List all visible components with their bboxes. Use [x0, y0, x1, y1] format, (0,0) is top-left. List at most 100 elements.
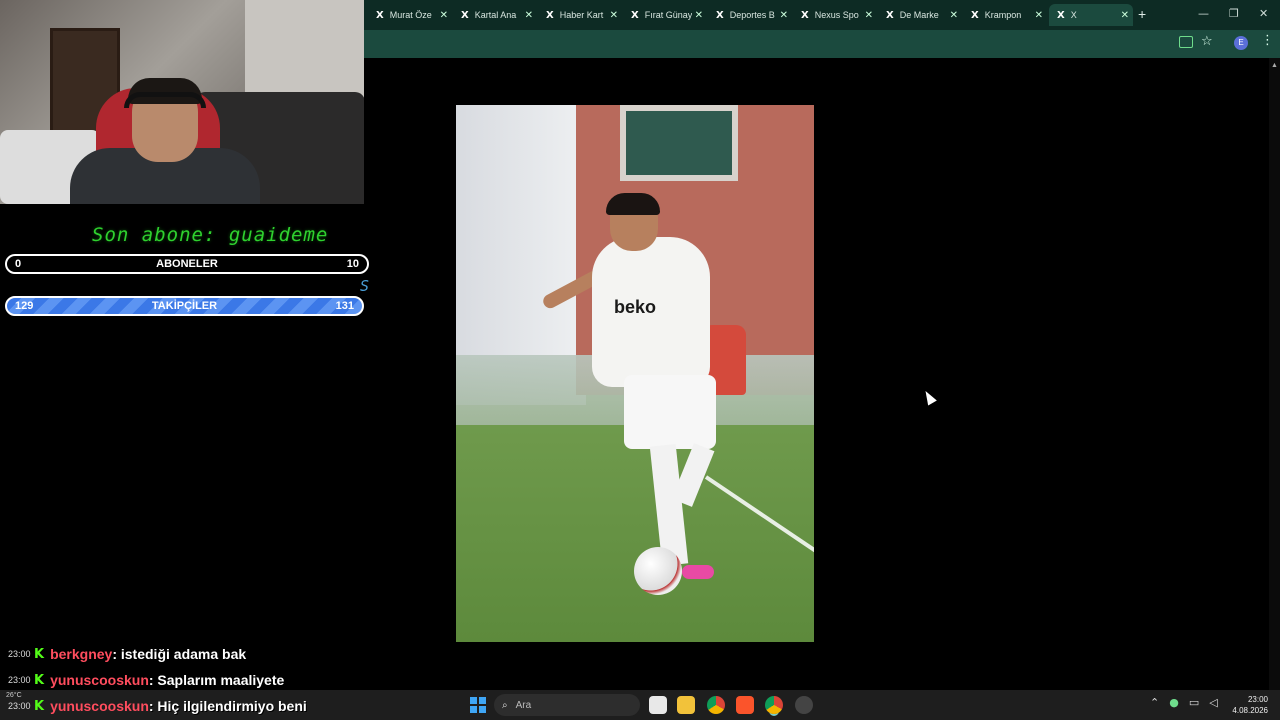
football-icon [634, 547, 682, 595]
start-button[interactable] [470, 697, 486, 713]
file-explorer-icon[interactable] [677, 696, 695, 714]
chat-timestamp: 23:00 [8, 675, 31, 685]
goal-label: ABONELER [156, 258, 218, 270]
tab-x-active[interactable]: X X ✕ [1049, 4, 1133, 26]
jersey-sponsor-logo: beko [614, 297, 657, 317]
chat-username: yunuscooskun [50, 698, 149, 714]
brave-icon[interactable] [736, 696, 754, 714]
kick-badge-icon: K [34, 646, 45, 662]
search-placeholder: Ara [515, 699, 532, 711]
tab-firat[interactable]: X Fırat Günay ✕ [623, 4, 707, 26]
x-logo-icon: X [546, 9, 554, 21]
chat-timestamp: 23:00 [8, 649, 31, 659]
subscriber-goal-bar: 0 ABONELER 10 [5, 254, 369, 274]
chat-timestamp: 23:00 [8, 701, 31, 711]
tab-label: Fırat Günay [644, 10, 692, 20]
tab-label: De Marke [899, 10, 939, 20]
browser-toolbar [364, 30, 1280, 58]
close-icon[interactable]: ✕ [780, 10, 788, 21]
photo-window [620, 105, 738, 181]
tab-murat[interactable]: X Murat Öze ✕ [368, 4, 452, 26]
window-close-button[interactable]: ✕ [1259, 7, 1268, 20]
mouse-cursor-icon [921, 388, 937, 406]
photo-player-hair [606, 193, 660, 215]
goal-label: TAKİPÇİLER [151, 300, 218, 312]
tab-haber[interactable]: X Haber Kart ✕ [538, 4, 622, 26]
kick-badge-icon: K [34, 672, 45, 688]
bookmark-star-icon[interactable]: ☆ [1201, 34, 1213, 49]
last-subscriber-ticker: Son abone: guaideme [92, 224, 329, 246]
windows-logo-icon [470, 706, 477, 713]
clock-date: 4.08.2026 [1232, 706, 1268, 715]
tab-label: Deportes B [729, 10, 775, 20]
x-logo-icon: X [971, 9, 979, 21]
chat-message: 23:00 K yunuscooskun : Hiç ilgilendirmiy… [8, 698, 307, 714]
tab-kartal[interactable]: X Kartal Ana ✕ [453, 4, 537, 26]
close-icon[interactable]: ✕ [525, 10, 533, 21]
follower-goal-bar: 129 TAKİPÇİLER 131 [5, 296, 364, 316]
close-icon[interactable]: ✕ [950, 10, 958, 21]
chevron-up-icon[interactable]: ⌃ [1150, 696, 1159, 709]
chat-message: 23:00 K berkgney : istediği adama bak [8, 646, 246, 662]
tab-krampon[interactable]: X Krampon ✕ [963, 4, 1047, 26]
photo-player-shorts [624, 375, 716, 449]
chat-username: berkgney [50, 646, 113, 662]
scroll-up-arrow-icon[interactable]: ▲ [1271, 62, 1278, 69]
x-logo-icon: X [461, 9, 469, 21]
page-scrollbar[interactable] [1269, 58, 1280, 690]
chat-text: : Saplarım maaliyete [148, 672, 285, 688]
system-tray: ⌃ ● ▭ ◁ [1150, 696, 1218, 709]
windows-logo-icon [479, 706, 486, 713]
close-icon[interactable]: ✕ [440, 10, 448, 21]
task-view-icon[interactable] [649, 696, 667, 714]
windows-logo-icon [470, 697, 477, 704]
close-icon[interactable]: ✕ [610, 10, 618, 21]
tab-label: Kartal Ana [474, 10, 517, 20]
profile-avatar[interactable]: E [1234, 36, 1248, 50]
browser-menu-icon[interactable]: ⋮ [1261, 33, 1274, 48]
tab-demarke[interactable]: X De Marke ✕ [878, 4, 962, 26]
maximize-button[interactable]: ❐ [1229, 7, 1239, 20]
clock-time: 23:00 [1247, 695, 1268, 704]
chrome-icon[interactable] [707, 696, 725, 714]
chat-username: yunuscooskun [50, 672, 149, 688]
close-icon[interactable]: ✕ [865, 10, 873, 21]
new-tab-button[interactable]: + [1138, 6, 1146, 22]
x-logo-icon: X [801, 9, 809, 21]
post-image[interactable]: beko [456, 105, 814, 642]
headset-icon [124, 92, 206, 108]
tab-label: X [1070, 10, 1077, 20]
taskbar-search-box[interactable]: ⌕ Ara [494, 694, 640, 716]
close-icon[interactable]: ✕ [1121, 10, 1129, 21]
x-logo-icon: X [886, 9, 894, 21]
chat-text: : istediği adama bak [112, 646, 247, 662]
photo-player-boot [682, 565, 714, 579]
chat-message: 23:00 K yunuscooskun : Saplarım maaliyet… [8, 672, 284, 688]
kick-badge-icon: K [34, 698, 45, 714]
taskbar-clock[interactable]: 23:00 4.08.2026 [1230, 694, 1268, 716]
network-icon[interactable]: ▭ [1189, 696, 1199, 709]
install-app-icon[interactable] [1179, 36, 1193, 48]
photo-pitch [456, 425, 814, 642]
x-logo-icon: X [631, 9, 639, 21]
close-icon[interactable]: ✕ [695, 10, 703, 21]
tab-deportes[interactable]: X Deportes B ✕ [708, 4, 792, 26]
windows-logo-icon [479, 697, 486, 704]
app-icon[interactable] [795, 696, 813, 714]
volume-icon[interactable]: ◁ [1209, 696, 1217, 709]
x-logo-icon: X [376, 9, 384, 21]
tab-nexus[interactable]: X Nexus Spo ✕ [793, 4, 877, 26]
search-icon: ⌕ [502, 699, 508, 711]
ticker-scroll-text: S [360, 277, 370, 295]
x-logo-icon: X [716, 9, 724, 21]
tab-label: Haber Kart [559, 10, 604, 20]
chat-text: : Hiç ilgilendirmiyo beni [148, 698, 307, 714]
x-logo-icon: X [1057, 9, 1065, 21]
minimize-button[interactable]: — [1198, 7, 1209, 20]
webcam-feed [0, 0, 364, 204]
mic-icon[interactable]: ● [1169, 696, 1179, 709]
tab-label: Krampon [984, 10, 1022, 20]
chrome-active-icon[interactable] [765, 696, 783, 714]
close-icon[interactable]: ✕ [1035, 10, 1043, 21]
tab-label: Nexus Spo [814, 10, 859, 20]
